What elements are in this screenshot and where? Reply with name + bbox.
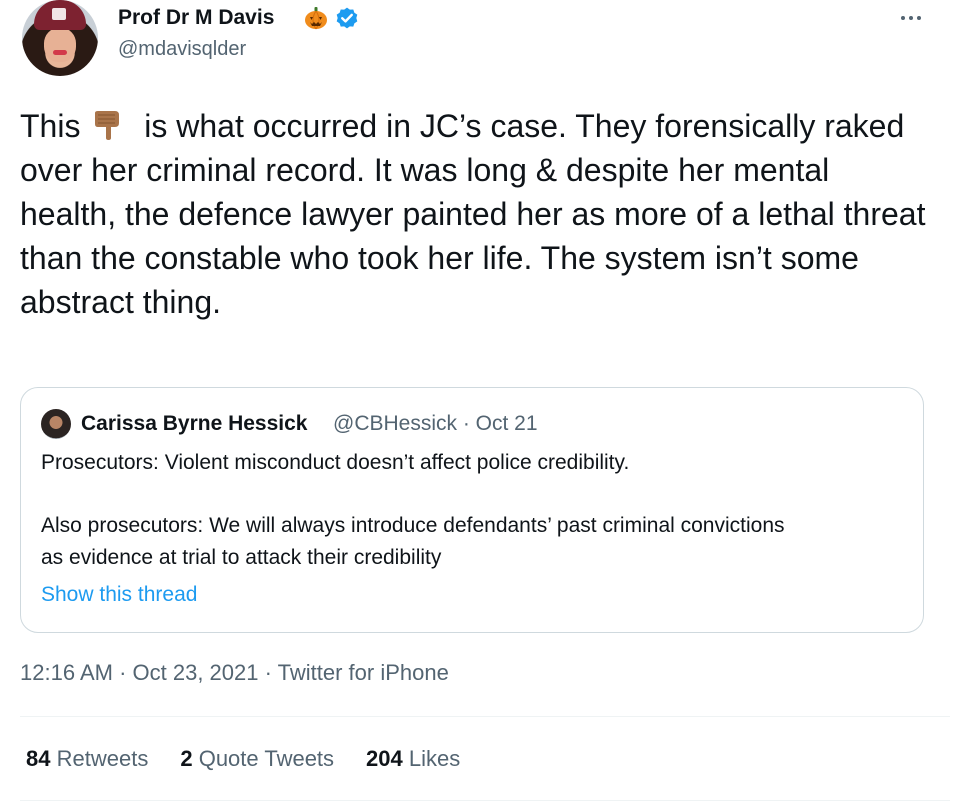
author-avatar[interactable] <box>22 0 98 76</box>
likes-label: Likes <box>408 746 461 771</box>
quoted-author-name: Carissa Byrne Hessick <box>81 412 308 435</box>
quote-tweets-label: Quote Tweets <box>198 746 335 771</box>
likes-count: 204 <box>366 746 403 771</box>
retweets-label: Retweets <box>56 746 149 771</box>
pumpkin-icon <box>305 7 327 30</box>
author-handle[interactable]: @mdavisqlder <box>118 38 246 61</box>
tweet-source: Twitter for iPhone <box>277 660 449 685</box>
tweet-time[interactable]: 12:16 AM <box>20 660 113 685</box>
separator: · <box>112 660 133 685</box>
tweet-text-start: This <box>20 108 81 144</box>
likes-stat[interactable]: 204 Likes <box>366 746 460 772</box>
verified-badge-icon <box>336 7 358 29</box>
quoted-text-line: as evidence at trial to attack their cre… <box>41 546 442 569</box>
quoted-tweet-card[interactable]: Carissa Byrne Hessick @CBHessick · Oct 2… <box>20 387 924 633</box>
quote-tweets-stat[interactable]: 2 Quote Tweets <box>180 746 334 772</box>
backhand-index-pointing-down-icon <box>95 111 120 140</box>
divider <box>20 716 950 717</box>
avatar-lips <box>53 50 67 55</box>
tweet-date[interactable]: Oct 23, 2021 <box>133 660 259 685</box>
tweet-text: This is what occurred in JC’s case. They… <box>20 104 930 324</box>
tweet-text-rest: is what occurred in JC’s case. They fore… <box>20 108 926 320</box>
avatar-face <box>44 28 76 62</box>
quoted-author-avatar <box>41 409 71 439</box>
quoted-author-meta: @CBHessick · Oct 21 <box>333 412 538 435</box>
quote-tweets-count: 2 <box>180 746 193 771</box>
author-display-name[interactable]: Prof Dr M Davis <box>118 6 274 30</box>
tweet-timestamp: 12:16 AM · Oct 23, 2021 · Twitter for iP… <box>20 660 449 686</box>
retweets-count: 84 <box>26 746 51 771</box>
retweets-stat[interactable]: 84 Retweets <box>26 746 148 772</box>
separator: · <box>258 660 278 685</box>
show-thread-link[interactable]: Show this thread <box>41 583 197 607</box>
more-options-icon[interactable] <box>896 8 926 28</box>
engagement-stats: 84 Retweets 2 Quote Tweets 204 Likes <box>26 746 460 772</box>
avatar-cap-logo <box>52 8 66 20</box>
quoted-text-line: Prosecutors: Violent misconduct doesn’t … <box>41 451 630 474</box>
divider <box>20 800 950 801</box>
quoted-text-line: Also prosecutors: We will always introdu… <box>41 514 785 537</box>
